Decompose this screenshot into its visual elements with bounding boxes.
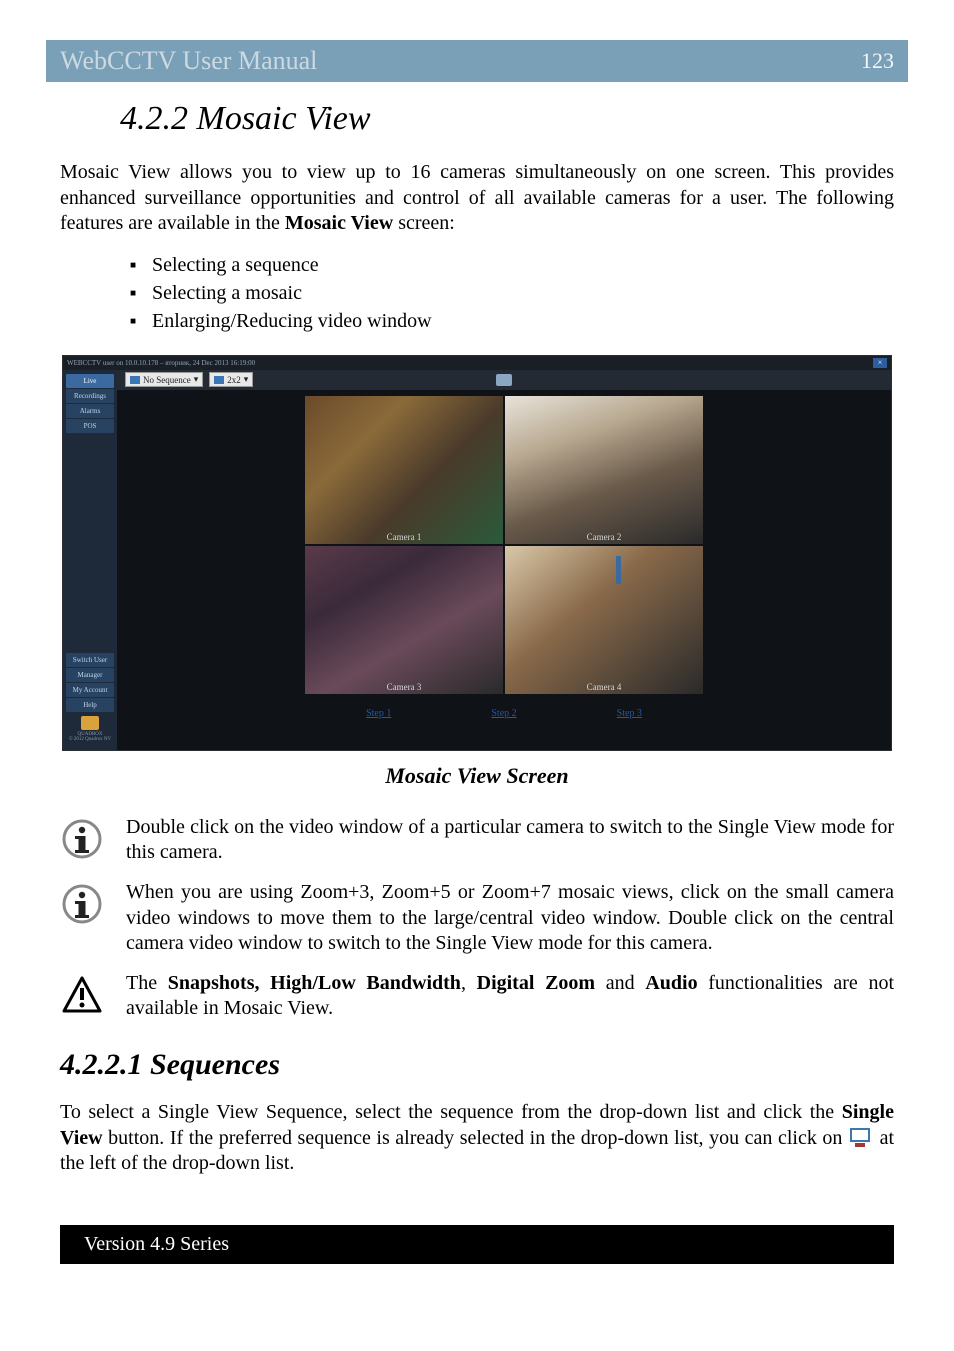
toolbar: No Sequence▾ 2x2▾	[117, 370, 891, 390]
intro-paragraph: Mosaic View allows you to view up to 16 …	[60, 160, 894, 237]
feature-item: Enlarging/Reducing video window	[130, 307, 894, 335]
sidebar-item-recordings[interactable]: Recordings	[66, 389, 114, 403]
section-number: 4.2.2	[120, 100, 188, 137]
camera-tile-4[interactable]: Camera 4	[505, 546, 703, 694]
sidebar: Live Recordings Alarms POS Switch User M…	[63, 370, 117, 750]
sequences-paragraph: To select a Single View Sequence, select…	[60, 1100, 894, 1177]
mosaic-grid: Camera 1 Camera 2 Camera 3 Camera 4	[305, 396, 703, 694]
feature-list: Selecting a sequence Selecting a mosaic …	[130, 251, 894, 335]
warning-text: The Snapshots, High/Low Bandwidth, Digit…	[126, 971, 894, 1022]
step-links: Step 1 Step 2 Step 3	[366, 708, 642, 719]
header-page-number: 123	[861, 48, 894, 74]
section-heading: 4.2.2 Mosaic View	[120, 100, 894, 138]
logo-area: QUADROX © 2012 Quadrox NV	[63, 712, 117, 746]
feature-item: Selecting a sequence	[130, 251, 894, 279]
panel-handle-right[interactable]	[616, 556, 621, 584]
sequence-dropdown[interactable]: No Sequence▾	[125, 372, 203, 387]
warning-icon	[60, 971, 104, 1015]
mosaic-screenshot: WEBCCTV user on 10.0.10.178 – вторник, 2…	[62, 355, 892, 751]
sidebar-item-live[interactable]: Live	[66, 374, 114, 388]
camera-tile-1[interactable]: Camera 1	[305, 396, 503, 544]
window-titlebar: WEBCCTV user on 10.0.10.178 – вторник, 2…	[63, 356, 891, 370]
info-note-1: Double click on the video window of a pa…	[60, 815, 894, 866]
info-text-1: Double click on the video window of a pa…	[126, 815, 894, 866]
info-text-2: When you are using Zoom+3, Zoom+5 or Zoo…	[126, 880, 894, 957]
header-title: WebCCTV User Manual	[60, 46, 317, 76]
single-view-icon	[848, 1127, 874, 1147]
info-icon	[60, 880, 104, 924]
step-link-1[interactable]: Step 1	[366, 708, 391, 719]
close-icon[interactable]: ×	[873, 358, 887, 368]
info-icon	[60, 815, 104, 859]
info-note-2: When you are using Zoom+3, Zoom+5 or Zoo…	[60, 880, 894, 957]
grid-icon	[214, 376, 224, 384]
subsection-heading: 4.2.2.1 Sequences	[60, 1048, 894, 1082]
subsection-number: 4.2.2.1	[60, 1048, 143, 1081]
step-link-3[interactable]: Step 3	[617, 708, 642, 719]
quadrox-logo-icon	[81, 716, 99, 730]
feature-item: Selecting a mosaic	[130, 279, 894, 307]
status-text: WEBCCTV user on 10.0.10.178 – вторник, 2…	[67, 359, 255, 367]
section-title: Mosaic View	[197, 100, 371, 137]
monitor-icon	[130, 376, 140, 384]
subsection-title: Sequences	[150, 1048, 280, 1081]
main-area: Camera 1 Camera 2 Camera 3 Camera 4 Step…	[117, 390, 891, 750]
sidebar-item-manager[interactable]: Manager	[66, 668, 114, 682]
copyright-text: © 2012 Quadrox NV	[65, 737, 115, 742]
step-link-2[interactable]: Step 2	[491, 708, 516, 719]
figure-caption: Mosaic View Screen	[60, 763, 894, 789]
sidebar-item-alarms[interactable]: Alarms	[66, 404, 114, 418]
camera-tile-2[interactable]: Camera 2	[505, 396, 703, 544]
sidebar-item-switch-user[interactable]: Switch User	[66, 653, 114, 667]
sidebar-item-help[interactable]: Help	[66, 698, 114, 712]
warning-note: The Snapshots, High/Low Bandwidth, Digit…	[60, 971, 894, 1022]
camera-tile-3[interactable]: Camera 3	[305, 546, 503, 694]
fullscreen-icon[interactable]	[496, 374, 512, 386]
sidebar-item-pos[interactable]: POS	[66, 419, 114, 433]
page-header: WebCCTV User Manual 123	[46, 40, 908, 82]
mosaic-dropdown[interactable]: 2x2▾	[209, 372, 253, 387]
version-text: Version 4.9 Series	[84, 1233, 229, 1255]
sidebar-item-my-account[interactable]: My Account	[66, 683, 114, 697]
page-footer: Version 4.9 Series	[60, 1225, 894, 1264]
